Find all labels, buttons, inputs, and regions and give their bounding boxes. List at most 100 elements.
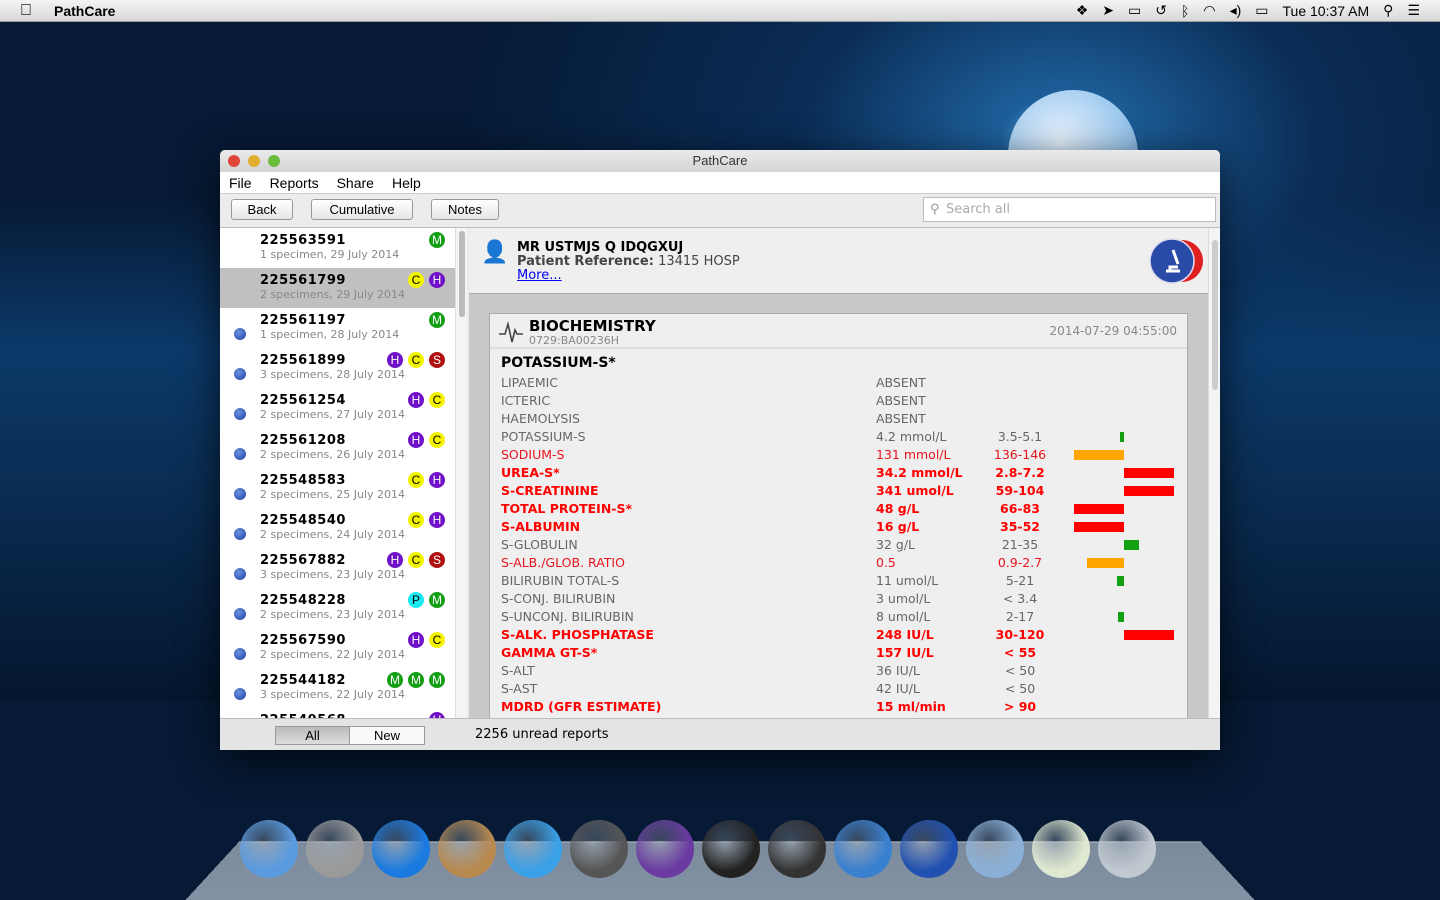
result-row[interactable]: BILIRUBIN TOTAL-S 11 umol/L 5-21: [490, 571, 1187, 589]
report-number: 225567882: [260, 553, 346, 568]
report-list-item[interactable]: 225567590 2 specimens, 22 July 2014 H C: [220, 628, 455, 668]
result-row[interactable]: S-CONJ. BILIRUBIN 3 umol/L < 3.4: [490, 589, 1187, 607]
dock-trash-icon[interactable]: [1098, 820, 1156, 878]
unread-dot-icon: [234, 528, 246, 540]
reference-range: 2.8-7.2: [980, 465, 1060, 480]
report-list-item[interactable]: 225561208 2 specimens, 26 July 2014 H C: [220, 428, 455, 468]
time-machine-icon[interactable]: ↺: [1155, 2, 1167, 19]
report-list-scrollbar[interactable]: [455, 228, 467, 718]
unread-dot-icon: [234, 568, 246, 580]
report-list-item[interactable]: 225567882 3 specimens, 23 July 2014 H C S: [220, 548, 455, 588]
dock-pathcare-icon[interactable]: [900, 820, 958, 878]
report-list-item[interactable]: 225548583 2 specimens, 25 July 2014 C H: [220, 468, 455, 508]
dropbox-icon[interactable]: ❖: [1076, 2, 1089, 19]
report-list-item[interactable]: 225561197 1 specimen, 28 July 2014 M: [220, 308, 455, 348]
result-row[interactable]: S-AST 42 IU/L < 50: [490, 679, 1187, 697]
dock-disk-utility-icon[interactable]: [570, 820, 628, 878]
app-menu[interactable]: PathCare: [54, 3, 115, 19]
volume-icon[interactable]: ◂): [1230, 2, 1242, 19]
test-value: 248 IU/L: [876, 627, 934, 642]
result-row[interactable]: S-CREATININE 341 umol/L 59-104: [490, 481, 1187, 499]
unread-dot-icon: [234, 688, 246, 700]
dock-certificate-icon[interactable]: [1032, 820, 1090, 878]
close-button[interactable]: [228, 155, 240, 167]
result-row[interactable]: ICTERIC ABSENT: [490, 391, 1187, 409]
result-row[interactable]: UREA-S* 34.2 mmol/L 2.8-7.2: [490, 463, 1187, 481]
test-value: 0.5: [876, 555, 896, 570]
test-name: POTASSIUM-S: [501, 429, 586, 444]
result-row[interactable]: LIPAEMIC ABSENT: [490, 373, 1187, 391]
patient-name: MR USTMJS Q IDQGXUJ: [517, 240, 683, 255]
report-list-item[interactable]: 225561899 3 specimens, 28 July 2014 H C S: [220, 348, 455, 388]
result-row[interactable]: SODIUM-S 131 mmol/L 136-146: [490, 445, 1187, 463]
notification-center-icon[interactable]: ☰: [1407, 2, 1420, 19]
result-row[interactable]: S-ALB./GLOB. RATIO 0.5 0.9-2.7: [490, 553, 1187, 571]
dock-mail-icon[interactable]: [438, 820, 496, 878]
result-row[interactable]: GAMMA GT-S* 157 IU/L < 55: [490, 643, 1187, 661]
department-badge-C: C: [408, 512, 424, 528]
result-row[interactable]: POTASSIUM-S 4.2 mmol/L 3.5-5.1: [490, 427, 1187, 445]
menu-share[interactable]: Share: [328, 175, 383, 191]
search-placeholder: Search all: [946, 202, 1010, 217]
result-row[interactable]: S-ALT 36 IU/L < 50: [490, 661, 1187, 679]
result-row[interactable]: S-GLOBULIN 32 g/L 21-35: [490, 535, 1187, 553]
report-list-item[interactable]: 225549568H: [220, 708, 455, 718]
apple-menu-icon[interactable]: : [20, 2, 36, 20]
dock-finder-icon[interactable]: [240, 820, 298, 878]
patient-header: 👤 MR USTMJS Q IDQGXUJ Patient Reference:…: [469, 228, 1208, 294]
bluetooth-icon[interactable]: ᛒ: [1181, 3, 1189, 19]
dock-safari-icon[interactable]: [504, 820, 562, 878]
result-row[interactable]: MDRD (GFR ESTIMATE) 15 ml/min > 90: [490, 697, 1187, 715]
reference-range: < 50: [980, 681, 1060, 696]
report-summary: 2 specimens, 29 July 2014: [260, 288, 405, 301]
report-datetime: 2014-07-29 04:55:00: [1050, 324, 1177, 338]
result-row[interactable]: TOTAL PROTEIN-S* 48 g/L 66-83: [490, 499, 1187, 517]
navigation-icon[interactable]: ➤: [1102, 2, 1114, 19]
result-row[interactable]: S-ALBUMIN 16 g/L 35-52: [490, 517, 1187, 535]
deviation-bar: [1124, 540, 1139, 550]
report-list-item[interactable]: 225561254 2 specimens, 27 July 2014 H C: [220, 388, 455, 428]
result-row[interactable]: HAEMOLYSIS ABSENT: [490, 409, 1187, 427]
report-view-scrollbar[interactable]: [1208, 228, 1220, 718]
wifi-icon[interactable]: ◠: [1203, 2, 1215, 19]
report-list-item[interactable]: 225548540 2 specimens, 24 July 2014 C H: [220, 508, 455, 548]
dock-xcode-icon[interactable]: [834, 820, 892, 878]
unread-dot-icon: [234, 408, 246, 420]
department-badge-C: C: [429, 432, 445, 448]
report-summary: 2 specimens, 25 July 2014: [260, 488, 405, 501]
notes-button[interactable]: Notes: [431, 199, 499, 220]
clock[interactable]: Tue 10:37 AM: [1283, 3, 1370, 19]
patient-reference: Patient Reference: 13415 HOSP: [517, 254, 740, 269]
report-summary: 1 specimen, 28 July 2014: [260, 328, 399, 341]
report-list-item[interactable]: 225544182 3 specimens, 22 July 2014 M M M: [220, 668, 455, 708]
report-list-item[interactable]: 225561799 2 specimens, 29 July 2014 C H: [220, 268, 455, 308]
report-list-item[interactable]: 225548228 2 specimens, 23 July 2014 P M: [220, 588, 455, 628]
more-link[interactable]: More...: [517, 268, 562, 283]
department-badge-H: H: [429, 512, 445, 528]
dock-terminal-icon[interactable]: [702, 820, 760, 878]
result-row[interactable]: S-UNCONJ. BILIRUBIN 8 umol/L 2-17: [490, 607, 1187, 625]
menu-file[interactable]: File: [220, 175, 261, 191]
airplay-icon[interactable]: ▭: [1128, 2, 1141, 19]
report-list-item[interactable]: 225563591 1 specimen, 29 July 2014 M: [220, 228, 455, 268]
menu-reports[interactable]: Reports: [261, 175, 328, 191]
dock-activity-monitor-icon[interactable]: [768, 820, 826, 878]
dock-eclipse-icon[interactable]: [636, 820, 694, 878]
filter-new-tab[interactable]: New: [349, 726, 425, 745]
battery-icon[interactable]: ▭: [1255, 2, 1268, 19]
department-badge-H: H: [408, 432, 424, 448]
cumulative-button[interactable]: Cumulative: [311, 199, 413, 220]
unread-dot-icon: [234, 448, 246, 460]
minimize-button[interactable]: [248, 155, 260, 167]
dock-app-store-icon[interactable]: [372, 820, 430, 878]
spotlight-icon[interactable]: ⚲: [1383, 2, 1393, 19]
filter-all-tab[interactable]: All: [275, 726, 350, 745]
search-input[interactable]: ⚲ Search all: [923, 197, 1216, 222]
report-summary: 2 specimens, 26 July 2014: [260, 448, 405, 461]
dock-launchpad-icon[interactable]: [306, 820, 364, 878]
result-row[interactable]: S-ALK. PHOSPHATASE 248 IU/L 30-120: [490, 625, 1187, 643]
menu-help[interactable]: Help: [383, 175, 430, 191]
zoom-button[interactable]: [268, 155, 280, 167]
dock-applications-folder-icon[interactable]: [966, 820, 1024, 878]
back-button[interactable]: Back: [231, 199, 293, 220]
